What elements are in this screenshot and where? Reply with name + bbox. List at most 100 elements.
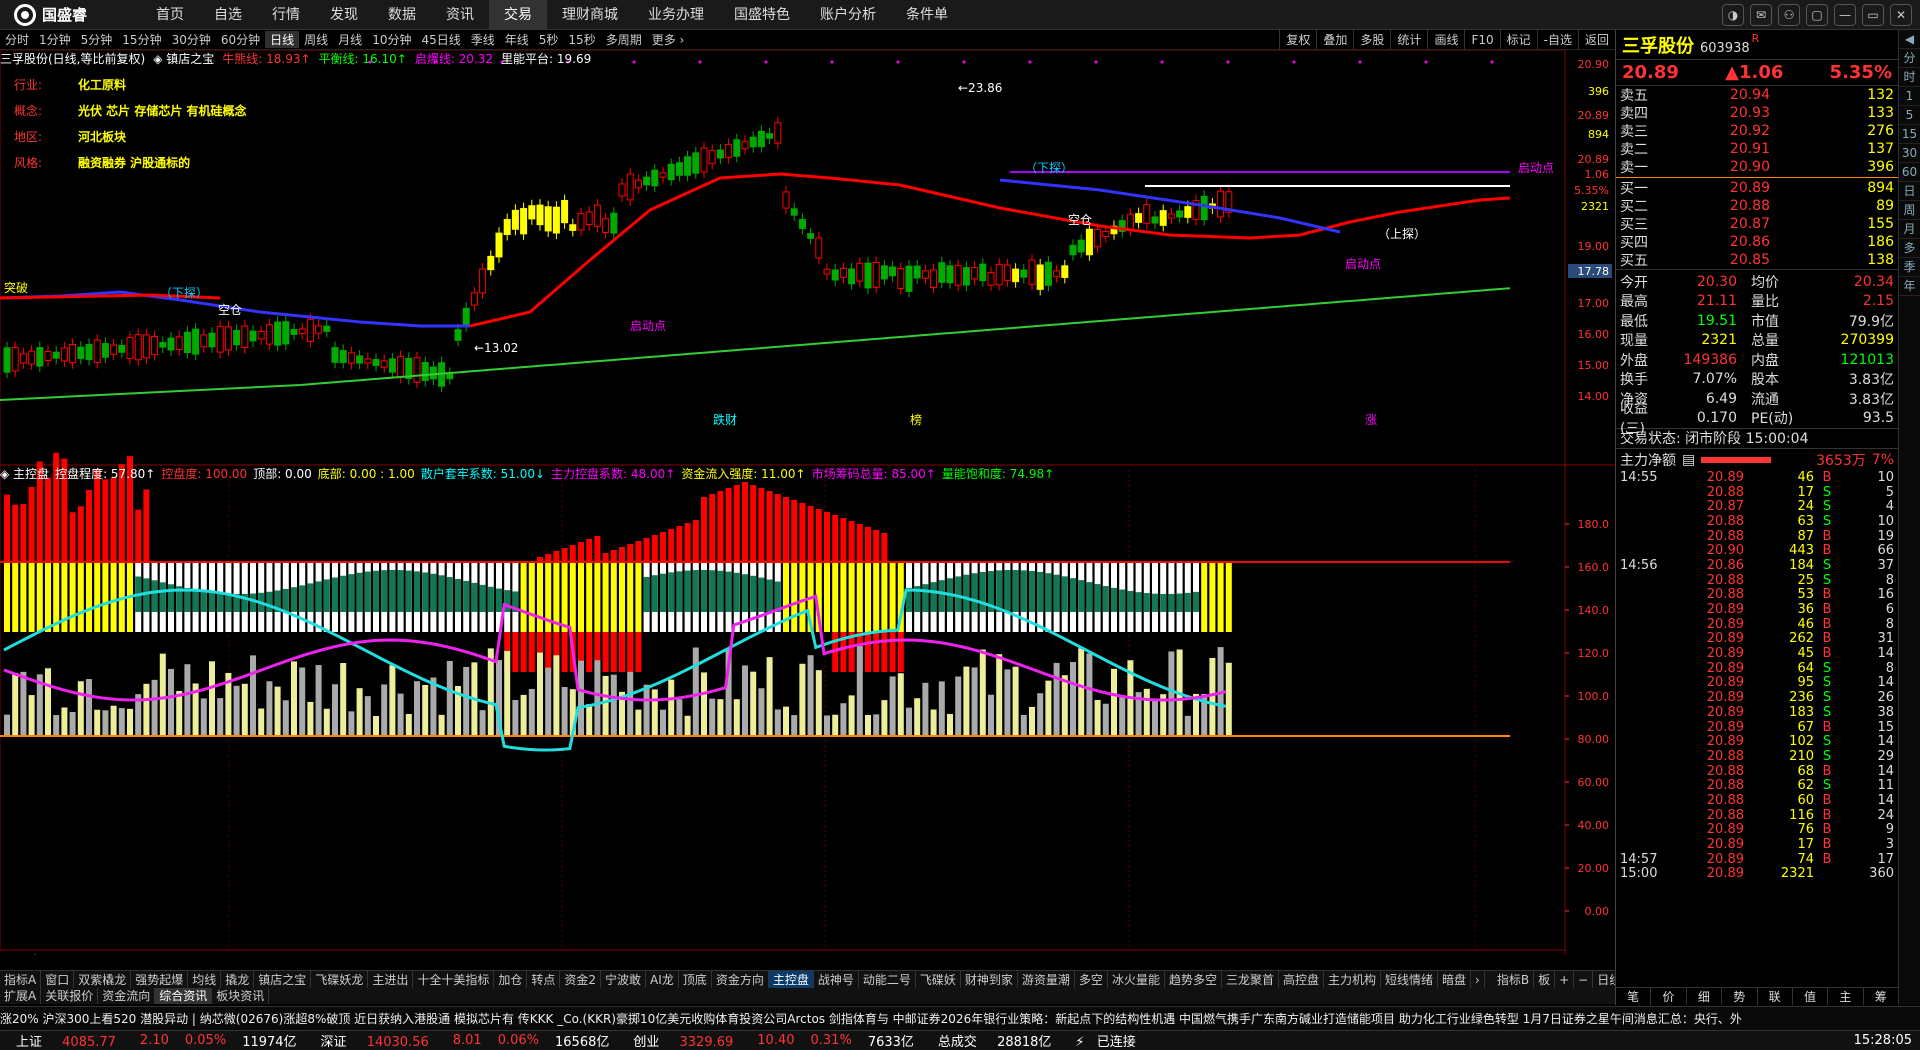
- indicator-tab-28[interactable]: 主力机构: [1324, 971, 1382, 988]
- quote-tab-0[interactable]: 笔: [1616, 988, 1652, 1005]
- sidebar-period-1[interactable]: 时: [1899, 68, 1920, 87]
- indicator-tab-9[interactable]: 十全十美指标: [413, 971, 495, 988]
- menu-item-11[interactable]: 条件单: [891, 0, 963, 30]
- net-flow-toggle-icon[interactable]: ▤: [1682, 452, 1695, 468]
- indicator-tab-16[interactable]: 资金方向: [712, 971, 769, 988]
- indicator-tab-3[interactable]: 强势起爆: [131, 971, 189, 988]
- menu-item-8[interactable]: 业务办理: [633, 0, 719, 30]
- asks-row[interactable]: 卖五 20.94 132: [1616, 86, 1898, 104]
- period-5[interactable]: 60分钟: [216, 31, 265, 48]
- indicator-tab-right-3[interactable]: −: [1574, 971, 1594, 988]
- indicator-tab-17[interactable]: 主控盘: [768, 971, 814, 988]
- indicator-tab-12[interactable]: 资金2: [560, 971, 602, 988]
- period-8[interactable]: 月线: [333, 31, 367, 48]
- indicator-tab-26[interactable]: 三龙聚首: [1222, 971, 1279, 988]
- indicator-tab-20[interactable]: 飞碟妖: [916, 971, 961, 988]
- menu-item-10[interactable]: 账户分析: [805, 0, 891, 30]
- sidebar-period-7[interactable]: 日: [1899, 182, 1920, 201]
- menu-item-1[interactable]: 自选: [199, 0, 257, 30]
- menu-item-2[interactable]: 行情: [257, 0, 315, 30]
- sidebar-period-12[interactable]: 年: [1899, 277, 1920, 296]
- window-control-icon-4[interactable]: —: [1834, 4, 1856, 26]
- collapse-icon[interactable]: ◀: [1899, 30, 1920, 49]
- sh-index[interactable]: 上证 4085.77: [0, 1031, 132, 1050]
- period-13[interactable]: 5秒: [534, 31, 564, 48]
- indicator-tab-6[interactable]: 镇店之宝: [254, 971, 312, 988]
- period-16[interactable]: 更多 ›: [647, 31, 690, 48]
- indicator-name[interactable]: ◈ 镇店之宝: [153, 50, 214, 68]
- sidebar-period-3[interactable]: 5: [1899, 106, 1920, 125]
- info-tab-1[interactable]: 关联报价: [41, 988, 99, 1004]
- sidebar-period-5[interactable]: 30: [1899, 144, 1920, 163]
- bids-row[interactable]: 买二 20.88 89: [1616, 197, 1898, 215]
- quote-tab-5[interactable]: 值: [1793, 988, 1829, 1005]
- sidebar-period-11[interactable]: 季: [1899, 258, 1920, 277]
- indicator-tab-2[interactable]: 双紫橇龙: [74, 971, 132, 988]
- sidebar-period-4[interactable]: 15: [1899, 125, 1920, 144]
- news-ticker[interactable]: 涨20% 沪深300上看520 潜股异动 | 纳芯微(02676)涨超8%破顶 …: [0, 1006, 1920, 1030]
- window-control-icon-0[interactable]: ◑: [1722, 4, 1744, 26]
- window-control-icon-6[interactable]: ✕: [1890, 4, 1912, 26]
- tool-1[interactable]: 叠加: [1316, 30, 1353, 50]
- period-12[interactable]: 年线: [500, 31, 534, 48]
- info-tab-3[interactable]: 综合资讯: [155, 988, 213, 1004]
- bids-row[interactable]: 买五 20.85 138: [1616, 251, 1898, 269]
- menu-item-6[interactable]: 交易: [489, 0, 548, 30]
- info-tab-2[interactable]: 资金流向: [98, 988, 156, 1004]
- period-11[interactable]: 季线: [466, 31, 500, 48]
- period-3[interactable]: 15分钟: [117, 31, 166, 48]
- indicator-tab-19[interactable]: 动能二号: [859, 971, 916, 988]
- menu-item-4[interactable]: 数据: [373, 0, 431, 30]
- cy-index[interactable]: 创业 3329.69: [617, 1031, 749, 1050]
- indicator-tab-23[interactable]: 多空: [1075, 971, 1108, 988]
- indicator-tab-7[interactable]: 飞碟妖龙: [311, 971, 369, 988]
- window-control-icon-5[interactable]: ▭: [1862, 4, 1884, 26]
- period-15[interactable]: 多周期: [601, 31, 647, 48]
- window-control-icon-3[interactable]: ▢: [1806, 4, 1828, 26]
- menu-item-9[interactable]: 国盛特色: [719, 0, 805, 30]
- indicator-tab-27[interactable]: 高控盘: [1279, 971, 1324, 988]
- indicator-tab-25[interactable]: 趋势多空: [1165, 971, 1222, 988]
- tool-2[interactable]: 多股: [1353, 30, 1390, 50]
- indicator-tab-13[interactable]: 宁波敢: [601, 971, 647, 988]
- period-9[interactable]: 10分钟: [367, 31, 416, 48]
- window-control-icon-1[interactable]: ✉: [1750, 4, 1772, 26]
- sidebar-period-2[interactable]: 1: [1899, 87, 1920, 106]
- tool-3[interactable]: 统计: [1390, 30, 1427, 50]
- indicator-tab-31[interactable]: ›: [1471, 971, 1485, 988]
- indicator-tab-0[interactable]: 指标A: [0, 971, 42, 988]
- indicator-tab-10[interactable]: 加仓: [494, 971, 528, 988]
- period-6[interactable]: 日线: [265, 31, 300, 48]
- indicator-tab-22[interactable]: 游资量潮: [1018, 971, 1075, 988]
- period-0[interactable]: 分时: [0, 31, 34, 48]
- quote-tab-7[interactable]: 筹: [1864, 988, 1899, 1005]
- indicator-tab-right-1[interactable]: 板: [1534, 971, 1556, 988]
- indicator-tab-11[interactable]: 转点: [527, 971, 561, 988]
- quote-tab-4[interactable]: 联: [1758, 988, 1793, 1005]
- menu-item-5[interactable]: 资讯: [431, 0, 489, 30]
- period-2[interactable]: 5分钟: [76, 31, 118, 48]
- asks-row[interactable]: 卖四 20.93 133: [1616, 104, 1898, 122]
- menu-item-0[interactable]: 首页: [141, 0, 199, 30]
- tool-7[interactable]: -自选: [1536, 30, 1578, 50]
- indicator-tab-21[interactable]: 财神到家: [961, 971, 1018, 988]
- indicator-tab-30[interactable]: 暗盘: [1438, 971, 1472, 988]
- window-control-icon-2[interactable]: ⚇: [1778, 4, 1800, 26]
- bids-row[interactable]: 买一 20.89 894: [1616, 179, 1898, 197]
- indicator-tab-15[interactable]: 顶底: [679, 971, 712, 988]
- indicator-tab-5[interactable]: 撬龙: [221, 971, 255, 988]
- sidebar-period-6[interactable]: 60: [1899, 163, 1920, 182]
- period-1[interactable]: 1分钟: [34, 31, 76, 48]
- indicator-tab-24[interactable]: 冰火量能: [1108, 971, 1165, 988]
- indicator-tab-14[interactable]: AI龙: [646, 971, 679, 988]
- bids-row[interactable]: 买三 20.87 155: [1616, 215, 1898, 233]
- indicator-tab-1[interactable]: 窗口: [41, 971, 75, 988]
- quote-tab-2[interactable]: 细: [1687, 988, 1723, 1005]
- sidebar-period-10[interactable]: 多: [1899, 239, 1920, 258]
- indicator-tab-8[interactable]: 主进出: [368, 971, 414, 988]
- period-14[interactable]: 15秒: [563, 31, 600, 48]
- connection-status[interactable]: ⚡ 已连接: [1067, 1031, 1151, 1050]
- quote-tab-3[interactable]: 势: [1722, 988, 1758, 1005]
- quote-tab-6[interactable]: 主: [1828, 988, 1864, 1005]
- indicator-tab-right-2[interactable]: +: [1555, 971, 1575, 988]
